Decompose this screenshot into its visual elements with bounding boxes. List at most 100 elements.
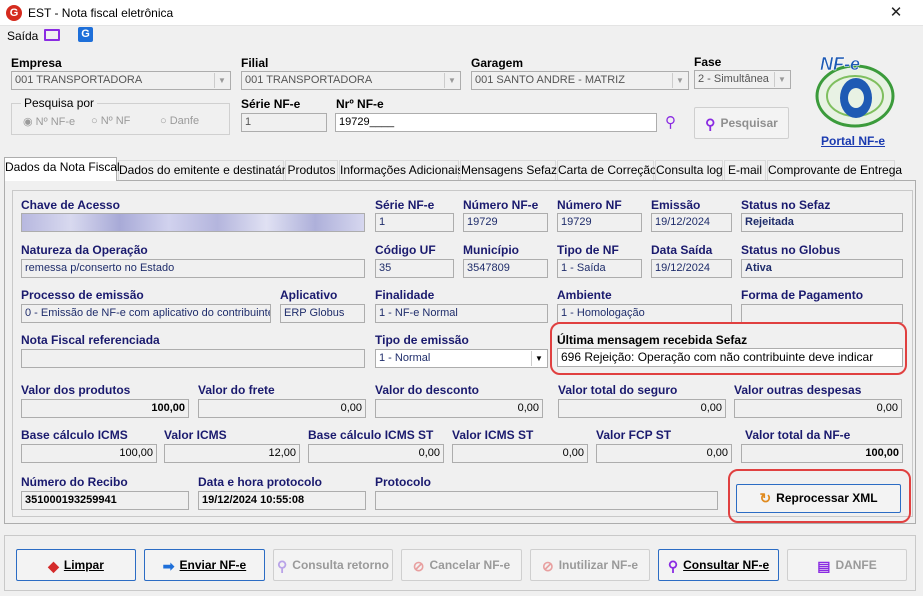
enviar-nfe-button[interactable]: ➡ Enviar NF-e bbox=[144, 549, 265, 581]
processo-field[interactable]: 0 - Emissão de NF-e com aplicativo do co… bbox=[21, 304, 271, 323]
tipo-emissao-select[interactable]: 1 - Normal ▼ bbox=[375, 349, 548, 368]
valor-frete-field[interactable]: 0,00 bbox=[198, 399, 366, 418]
chevron-down-icon: ▼ bbox=[672, 73, 687, 88]
valor-produtos-field[interactable]: 100,00 bbox=[21, 399, 189, 418]
numero-nf-label: Número NF bbox=[557, 198, 622, 212]
radio-nf[interactable]: ○ Nº NF bbox=[91, 115, 130, 127]
consultar-label: Consultar NF-e bbox=[683, 558, 770, 572]
data-protocolo-label: Data e hora protocolo bbox=[198, 475, 323, 489]
close-button[interactable]: ✕ bbox=[876, 2, 916, 24]
status-globus-field[interactable]: Ativa bbox=[741, 259, 903, 278]
fase-select[interactable]: 2 - Simultânea ▼ bbox=[694, 70, 791, 89]
portal-nfe-link[interactable]: Portal NF-e bbox=[821, 134, 885, 148]
globus-icon[interactable]: G bbox=[78, 27, 93, 42]
natureza-field[interactable]: remessa p/conserto no Estado bbox=[21, 259, 365, 278]
numero-nf-field[interactable]: 19729 bbox=[557, 213, 642, 232]
filial-select[interactable]: 001 TRANSPORTADORA ▼ bbox=[241, 71, 461, 90]
tab-consulta-log[interactable]: Consulta log bbox=[655, 160, 723, 180]
window-title: EST - Nota fiscal eletrônica bbox=[28, 6, 174, 20]
empresa-label: Empresa bbox=[11, 56, 62, 70]
chave-acesso-field[interactable] bbox=[21, 213, 365, 232]
cancel-icon: ⊘ bbox=[412, 557, 425, 574]
base-icms-label: Base cálculo ICMS bbox=[21, 428, 128, 442]
valor-icms-field[interactable]: 12,00 bbox=[164, 444, 300, 463]
numero-nfe-field[interactable]: 19729 bbox=[463, 213, 548, 232]
data-saida-label: Data Saída bbox=[651, 243, 713, 257]
data-saida-field[interactable]: 19/12/2024 bbox=[651, 259, 732, 278]
valor-fcp-st-field[interactable]: 0,00 bbox=[596, 444, 732, 463]
serie-top-field[interactable]: 1 bbox=[241, 113, 327, 132]
radio-nfe-label: Nº NF-e bbox=[35, 116, 76, 128]
valor-total-field[interactable]: 100,00 bbox=[741, 444, 903, 463]
saida-menu[interactable]: Saída bbox=[7, 29, 38, 43]
danfe-button[interactable]: ▤ DANFE bbox=[787, 549, 907, 581]
numero-nfe-input[interactable]: 19729____ bbox=[335, 113, 657, 132]
numero-top-label: Nrº NF-e bbox=[336, 97, 384, 111]
aplicativo-field[interactable]: ERP Globus bbox=[280, 304, 365, 323]
valor-desconto-field[interactable]: 0,00 bbox=[375, 399, 543, 418]
municipio-label: Município bbox=[463, 243, 519, 257]
radio-danfe[interactable]: ○ Danfe bbox=[160, 115, 199, 127]
municipio-field[interactable]: 3547809 bbox=[463, 259, 548, 278]
cancelar-label: Cancelar NF-e bbox=[429, 558, 511, 572]
chevron-down-icon: ▼ bbox=[214, 73, 229, 88]
tab-mensagens[interactable]: Mensagens Sefaz bbox=[460, 160, 557, 180]
base-icms-field[interactable]: 100,00 bbox=[21, 444, 157, 463]
magnifier-icon: ⚲ bbox=[705, 115, 716, 132]
monitor-icon[interactable] bbox=[44, 29, 60, 41]
search-icon[interactable]: ⚲ bbox=[665, 113, 676, 131]
consulta-retorno-button[interactable]: ⚲ Consulta retorno bbox=[273, 549, 393, 581]
tab-produtos[interactable]: Produtos bbox=[285, 160, 338, 180]
finalidade-label: Finalidade bbox=[375, 288, 435, 302]
forma-pagamento-label: Forma de Pagamento bbox=[741, 288, 864, 302]
nf-referenciada-field[interactable] bbox=[21, 349, 365, 368]
codigo-uf-field[interactable]: 35 bbox=[375, 259, 454, 278]
numero-recibo-field[interactable]: 351000193259941 bbox=[21, 491, 189, 510]
cancelar-nfe-button[interactable]: ⊘ Cancelar NF-e bbox=[401, 549, 522, 581]
radio-nf-label: Nº NF bbox=[100, 115, 131, 127]
tab-informacoes[interactable]: Informações Adicionais bbox=[339, 160, 463, 180]
tab-emitente[interactable]: Dados do emitente e destinatário bbox=[118, 160, 295, 180]
valor-seguro-field[interactable]: 0,00 bbox=[558, 399, 726, 418]
ambiente-field[interactable]: 1 - Homologação bbox=[557, 304, 732, 323]
serie-top-label: Série NF-e bbox=[241, 97, 301, 111]
status-sefaz-field[interactable]: Rejeitada bbox=[741, 213, 903, 232]
valor-fcp-st-label: Valor FCP ST bbox=[596, 428, 672, 442]
tipo-emissao-value: 1 - Normal bbox=[379, 352, 431, 364]
finalidade-field[interactable]: 1 - NF-e Normal bbox=[375, 304, 548, 323]
arrow-right-icon: ➡ bbox=[162, 557, 175, 574]
garagem-select[interactable]: 001 SANTO ANDRE - MATRIZ ▼ bbox=[471, 71, 689, 90]
pesquisa-label: Pesquisa por bbox=[21, 96, 98, 110]
forma-pagamento-field[interactable] bbox=[741, 304, 903, 323]
radio-nfe[interactable]: ◉ Nº NF-e bbox=[23, 115, 75, 128]
emissao-field[interactable]: 19/12/2024 bbox=[651, 213, 732, 232]
tab-dados-nota[interactable]: Dados da Nota Fiscal bbox=[4, 157, 120, 181]
protocolo-label: Protocolo bbox=[375, 475, 431, 489]
protocolo-field[interactable] bbox=[375, 491, 718, 510]
data-protocolo-field[interactable]: 19/12/2024 10:55:08 bbox=[198, 491, 366, 510]
consultar-nfe-button[interactable]: ⚲ Consultar NF-e bbox=[658, 549, 779, 581]
filial-value: 001 TRANSPORTADORA bbox=[245, 74, 373, 86]
aplicativo-label: Aplicativo bbox=[280, 288, 338, 302]
empresa-select[interactable]: 001 TRANSPORTADORA ▼ bbox=[11, 71, 231, 90]
base-icms-st-field[interactable]: 0,00 bbox=[308, 444, 444, 463]
inutilizar-nfe-button[interactable]: ⊘ Inutilizar NF-e bbox=[530, 549, 650, 581]
valor-icms-st-field[interactable]: 0,00 bbox=[452, 444, 588, 463]
serie-field[interactable]: 1 bbox=[375, 213, 454, 232]
chave-acesso-label: Chave de Acesso bbox=[21, 198, 120, 212]
danfe-label: DANFE bbox=[835, 558, 877, 572]
radio-icon: ○ bbox=[91, 115, 98, 127]
valor-outras-field[interactable]: 0,00 bbox=[734, 399, 902, 418]
enviar-label: Enviar NF-e bbox=[179, 558, 247, 572]
limpar-button[interactable]: ◆ Limpar bbox=[16, 549, 136, 581]
tipo-nf-field[interactable]: 1 - Saída bbox=[557, 259, 642, 278]
valor-seguro-label: Valor total do seguro bbox=[558, 383, 678, 397]
natureza-label: Natureza da Operação bbox=[21, 243, 148, 257]
valor-total-label: Valor total da NF-e bbox=[745, 428, 851, 442]
pesquisar-button[interactable]: ⚲ Pesquisar bbox=[694, 107, 789, 139]
tab-email[interactable]: E-mail bbox=[724, 160, 766, 180]
printer-icon: ▤ bbox=[817, 557, 831, 574]
tab-comprovante[interactable]: Comprovante de Entrega bbox=[767, 160, 902, 180]
numero-nfe-label: Número NF-e bbox=[463, 198, 539, 212]
tab-carta-correcao[interactable]: Carta de Correção bbox=[557, 160, 657, 180]
